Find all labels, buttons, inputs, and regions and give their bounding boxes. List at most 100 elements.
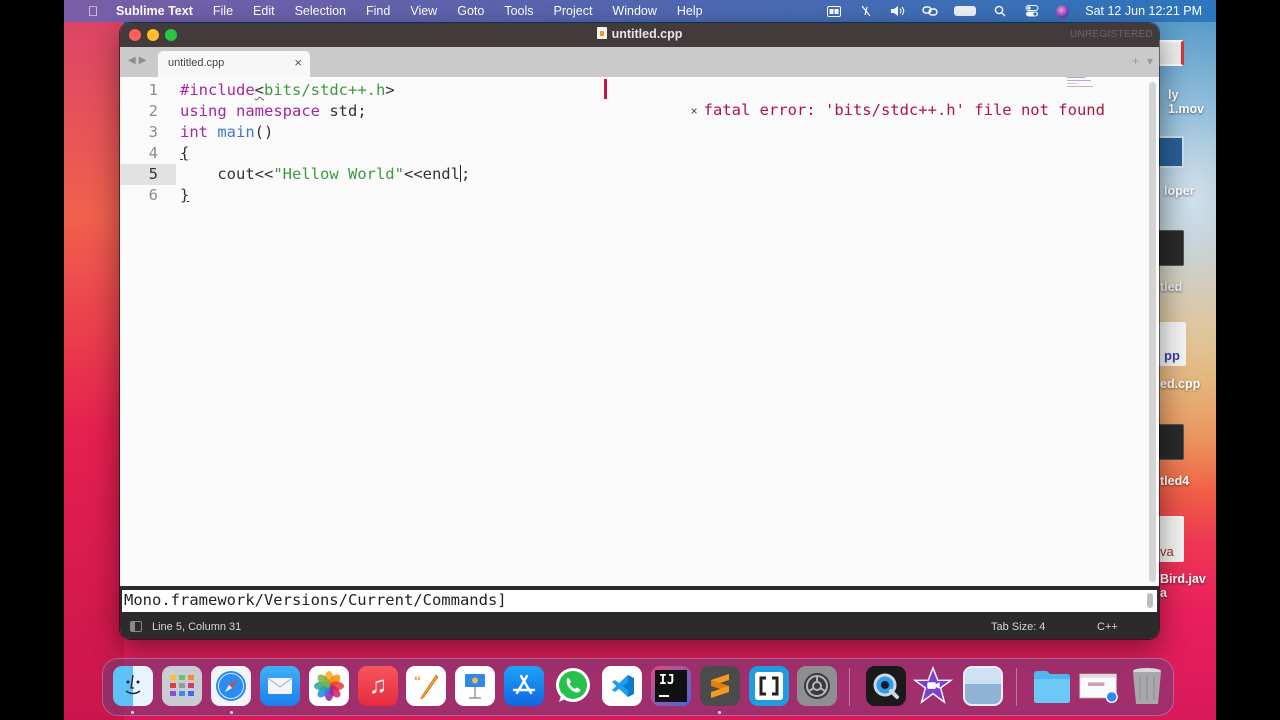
menu-project[interactable]: Project [554,4,593,18]
code-line[interactable]: cout<<"Hellow World"<<endl; [180,164,470,185]
build-output-panel: Mono.framework/Versions/Current/Commands… [120,586,1159,615]
menu-file[interactable]: File [213,4,233,18]
apple-menu-icon[interactable]:  [84,3,102,19]
desktop-file-label[interactable]: ed.cpp [1160,377,1216,391]
sublime-window: untitled.cpp UNREGISTERED ◀▶ untitled.cp… [120,23,1159,639]
tab-untitled-cpp[interactable]: untitled.cpp × [158,51,310,77]
code-line[interactable]: #include<bits/stdc++.h> [180,80,395,101]
code-token: cout<< [180,165,274,183]
dock-trash-icon[interactable] [1127,666,1167,706]
syntax-selector[interactable]: C++ [1097,621,1118,633]
volume-icon[interactable] [890,5,906,17]
dock-photos-icon[interactable] [309,666,349,706]
output-scrollbar[interactable] [1147,593,1153,608]
link-icon[interactable] [922,5,938,17]
desktop-file-label[interactable]: tled [1160,280,1216,294]
dock-mail-icon[interactable] [260,666,300,706]
dock-whatsapp-icon[interactable] [553,666,593,706]
dock-safari-icon[interactable] [211,666,251,706]
dock-finder-icon[interactable] [113,666,153,706]
code-line[interactable]: { [180,143,189,164]
desktop-file-label[interactable]: tled4 [1160,474,1216,488]
minimap[interactable] [1067,77,1097,91]
title-bar[interactable]: untitled.cpp UNREGISTERED [120,23,1159,47]
code-token: "Hellow World" [273,165,404,183]
tab-nav-arrows: ◀▶ [128,55,149,66]
dock-brackets-icon[interactable] [749,666,789,706]
code-line[interactable]: } [180,185,189,206]
desktop-folder-thumbnail[interactable] [1158,136,1184,168]
code-token: > [385,81,395,99]
spotlight-icon[interactable] [992,5,1008,17]
dock-music-icon[interactable]: ♫ [358,666,398,706]
tab-back-icon[interactable]: ◀ [128,55,139,66]
desktop-folder-label[interactable]: loper [1164,184,1216,198]
line-number: 1 [148,81,158,99]
mic-off-icon[interactable] [858,5,874,17]
code-token: using [180,102,227,120]
dock-downloads-folder-icon[interactable] [1032,666,1072,706]
menu-edit[interactable]: Edit [253,4,275,18]
menu-extra-icon[interactable] [826,5,842,17]
dock-sublime-text-icon[interactable] [700,666,740,706]
desktop-file-thumbnail[interactable]: va [1158,516,1184,562]
dismiss-error-icon[interactable]: × [691,104,698,118]
menu-window[interactable]: Window [612,4,656,18]
desktop-file-label[interactable]: ly 1.mov [1168,88,1216,116]
code-token: #include [180,81,255,99]
desktop-file-thumbnail[interactable] [1158,230,1184,266]
siri-icon[interactable] [1056,4,1070,18]
control-center-icon[interactable] [1024,5,1040,17]
dock-vscode-icon[interactable] [602,666,642,706]
cpp-file-icon [596,27,607,39]
dock-separator [849,668,850,706]
dock-preview-icon[interactable] [963,666,1003,706]
dock-recent-document-icon[interactable] [1079,666,1119,706]
desktop-file-thumbnail[interactable]: pp [1158,322,1186,366]
menu-selection[interactable]: Selection [295,4,346,18]
dock-quicktime-icon[interactable] [866,666,906,706]
desktop-file-thumbnail[interactable] [1158,424,1184,460]
dock-intellij-icon[interactable]: IJ [651,666,691,706]
menu-goto[interactable]: Goto [457,4,484,18]
menu-tools[interactable]: Tools [504,4,533,18]
code-editor[interactable]: 123456 #include<bits/stdc++.h> using name… [120,77,1159,586]
error-message: fatal error: 'bits/stdc++.h' file not fo… [703,101,1105,119]
dock-running-indicator [131,711,134,714]
menu-find[interactable]: Find [366,4,390,18]
menu-app-name[interactable]: Sublime Text [116,4,193,18]
build-error-phantom: × fatal error: 'bits/stdc++.h' file not f… [604,79,1105,119]
line-number: 3 [148,123,158,141]
code-token: <<endl [403,165,460,183]
status-bar: Line 5, Column 31 Tab Size: 4 C++ [120,615,1159,639]
tab-list-dropdown-icon[interactable]: ▾ [1147,54,1153,68]
vertical-scrollbar[interactable] [1149,82,1156,582]
menu-help[interactable]: Help [677,4,703,18]
new-tab-icon[interactable]: + [1132,54,1139,68]
line-number: 6 [148,186,158,204]
menu-bar-clock[interactable]: Sat 12 Jun 12:21 PM [1085,4,1202,18]
code-line[interactable]: using namespace std; [180,101,367,122]
tab-bar: ◀▶ untitled.cpp × + ▾ [120,47,1159,77]
dock-pages-icon[interactable]: “ [406,666,446,706]
build-output-text[interactable]: Mono.framework/Versions/Current/Commands… [122,590,1157,612]
cursor-position[interactable]: Line 5, Column 31 [152,621,241,633]
dock-launchpad-icon[interactable] [162,666,202,706]
toggle-panel-icon[interactable] [130,621,142,632]
code-line[interactable]: int main() [180,122,273,143]
menu-bar-status: Sat 12 Jun 12:21 PM [826,0,1202,22]
dock-system-preferences-icon[interactable] [797,666,837,706]
tab-size-selector[interactable]: Tab Size: 4 [991,621,1045,633]
tab-forward-icon[interactable]: ▶ [139,55,150,66]
tab-close-icon[interactable]: × [294,55,302,70]
line-number: 5 [120,164,176,185]
dock-imovie-icon[interactable] [913,665,953,706]
desktop-file-label[interactable]: Bird.jav a [1160,572,1216,600]
desktop-file-thumbnail[interactable] [1158,40,1184,66]
dock-keynote-icon[interactable] [455,666,495,706]
menu-view[interactable]: View [410,4,437,18]
dock-app-store-icon[interactable] [504,666,544,706]
code-token: namespace [236,102,321,120]
battery-icon[interactable] [954,6,977,16]
